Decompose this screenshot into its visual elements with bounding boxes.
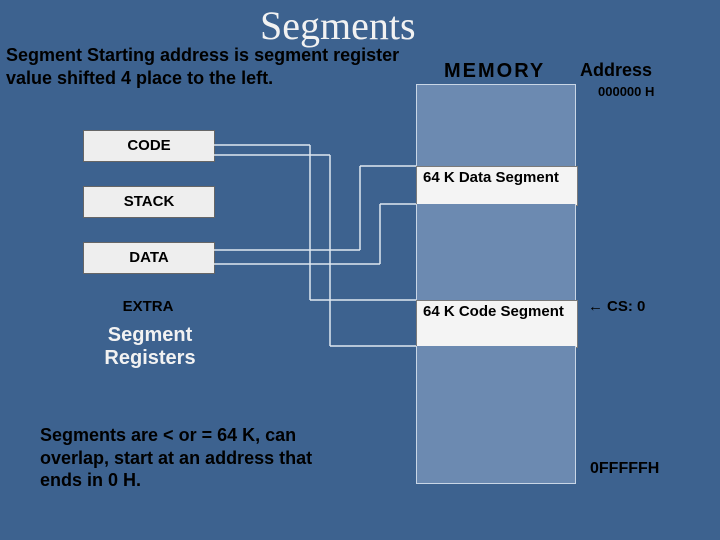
segment-registers-caption: Segment Registers — [80, 324, 220, 370]
memory-code-segment: 64 K Code Segment — [416, 300, 578, 348]
memory-heading: MEMORY — [444, 60, 545, 83]
address-heading: Address — [580, 60, 652, 81]
subtitle-text: Segment Starting address is segment regi… — [6, 44, 406, 89]
page-title: Segments — [260, 2, 416, 49]
cs-label: CS: 0 — [607, 298, 645, 315]
memory-gap-top — [416, 84, 576, 166]
footnote-text: Segments are < or = 64 K, can overlap, s… — [40, 424, 350, 492]
memory-gap-mid — [416, 204, 576, 300]
memory-column: 64 K Data Segment 64 K Code Segment — [416, 84, 576, 484]
register-extra: EXTRA — [83, 292, 213, 322]
address-top-value: 000000 H — [598, 84, 654, 99]
code-segment-label: 64 K Code Segment — [417, 301, 577, 324]
memory-gap-low — [416, 346, 576, 484]
address-cs-value: ←CS: 0 — [588, 298, 645, 315]
memory-data-segment: 64 K Data Segment — [416, 166, 578, 206]
arrow-left-icon: ← — [588, 298, 603, 315]
address-bottom-value: 0FFFFFH — [590, 460, 659, 478]
register-data: DATA — [83, 242, 215, 274]
register-stack: STACK — [83, 186, 215, 218]
register-code: CODE — [83, 130, 215, 162]
data-segment-label: 64 K Data Segment — [417, 167, 577, 190]
